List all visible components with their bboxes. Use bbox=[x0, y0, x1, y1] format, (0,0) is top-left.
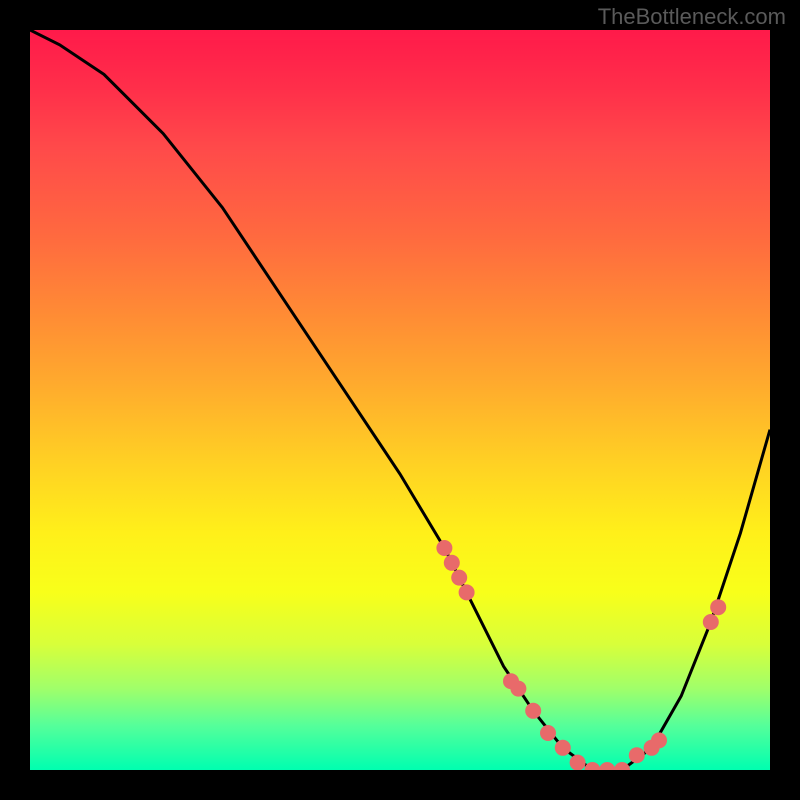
watermark-text: TheBottleneck.com bbox=[598, 4, 786, 30]
scatter-point bbox=[710, 599, 726, 615]
scatter-point bbox=[651, 732, 667, 748]
chart-svg bbox=[30, 30, 770, 770]
chart-scatter-points bbox=[436, 540, 726, 770]
scatter-point bbox=[703, 614, 719, 630]
scatter-point bbox=[584, 762, 600, 770]
scatter-point bbox=[436, 540, 452, 556]
curve-line bbox=[30, 30, 770, 770]
scatter-point bbox=[510, 681, 526, 697]
scatter-point bbox=[599, 762, 615, 770]
scatter-point bbox=[614, 762, 630, 770]
scatter-point bbox=[451, 570, 467, 586]
scatter-point bbox=[629, 747, 645, 763]
scatter-point bbox=[540, 725, 556, 741]
scatter-point bbox=[459, 584, 475, 600]
scatter-point bbox=[555, 740, 571, 756]
scatter-point bbox=[525, 703, 541, 719]
scatter-point bbox=[570, 755, 586, 770]
chart-curve bbox=[30, 30, 770, 770]
scatter-point bbox=[444, 555, 460, 571]
